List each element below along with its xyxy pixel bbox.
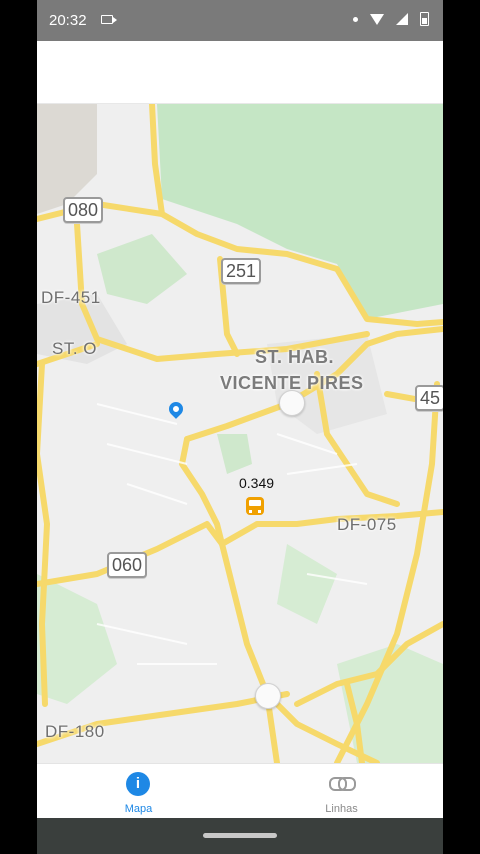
system-navigation-bar [37,818,443,854]
road-label-df075: DF-075 [337,515,397,534]
bus-stop-marker[interactable] [255,683,281,709]
home-gesture-bar[interactable] [203,833,277,838]
tab-mapa-label: Mapa [124,803,153,815]
phone-screen: 20:32 080 251 DF-451 ST. O ST. HAB. VICE… [37,0,443,854]
map-view[interactable]: 080 251 DF-451 ST. O ST. HAB. VICENTE PI… [37,104,443,763]
tab-linhas-label: Linhas [325,803,358,815]
road-label-df180: DF-180 [45,722,105,741]
bottom-navigation: i Mapa Linhas [37,763,443,819]
notification-dot-icon [353,16,358,22]
road-shield-080: 080 [63,197,104,223]
status-bar: 20:32 [37,0,443,41]
road-shield-45: 45 [415,385,443,411]
wifi-icon [370,13,384,25]
signal-icon [396,13,408,25]
info-icon: i [126,772,150,796]
tab-mapa[interactable]: i Mapa [37,764,240,819]
battery-icon [420,12,429,26]
screen-record-icon [101,15,117,24]
bus-icon[interactable] [246,497,264,515]
status-icons [353,12,429,26]
status-time: 20:32 [49,12,87,29]
place-label-st-o: ST. O [52,339,98,358]
tab-linhas[interactable]: Linhas [240,764,443,819]
bus-label: 0.349 [239,475,275,491]
place-label-st-hab: ST. HAB. [255,347,335,367]
app-header [37,41,443,104]
bus-stop-marker[interactable] [279,390,305,416]
road-shield-060: 060 [107,552,148,578]
road-label-df451: DF-451 [41,288,101,307]
road-shield-251: 251 [221,258,262,284]
link-icon [329,777,356,791]
